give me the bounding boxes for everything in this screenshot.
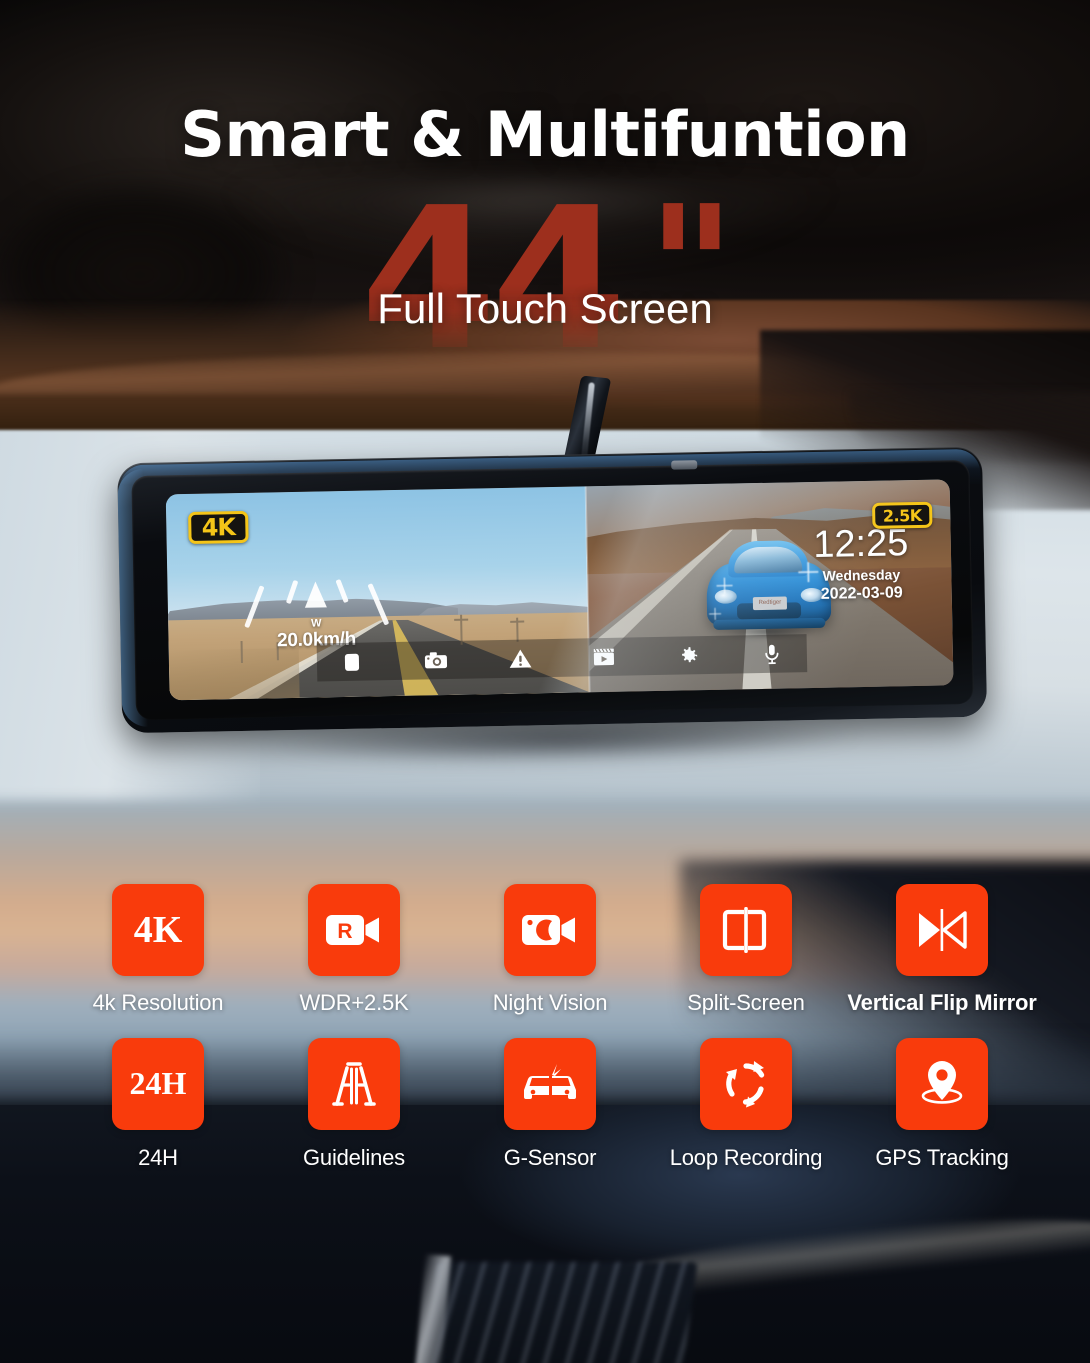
night-vision-moon-icon[interactable] — [504, 884, 596, 976]
clock-overlay: 12:25 Wednesday 2022-03-09 — [790, 522, 931, 605]
feature-split-screen[interactable]: Split-Screen — [648, 884, 844, 1016]
feature-vertical-flip-mirror[interactable]: Vertical Flip Mirror — [844, 884, 1040, 1016]
feature-4k-resolution[interactable]: 4K 4k Resolution — [60, 884, 256, 1016]
feature-label: Vertical Flip Mirror — [847, 990, 1037, 1015]
feature-grid: 4K 4k Resolution R WDR+2.5K Night Vision… — [60, 884, 1040, 1171]
stop-record-icon[interactable] — [339, 649, 365, 675]
hud-tick-left-inner — [285, 579, 299, 605]
resolution-badge-4k: 4K — [188, 510, 249, 544]
emergency-lock-icon[interactable] — [507, 645, 533, 671]
feature-24h-parking[interactable]: 24H 24H — [60, 1037, 256, 1171]
feed-utility-crossarm-2 — [510, 620, 525, 623]
parking-monitor-24h-icon[interactable]: 24H — [112, 1037, 204, 1130]
feature-label: Guidelines — [303, 1144, 405, 1170]
microphone-icon[interactable] — [759, 641, 785, 667]
playback-icon[interactable] — [591, 644, 617, 670]
feature-label: G-Sensor — [503, 1144, 597, 1170]
page-title: Smart & Multifuntion — [180, 98, 910, 171]
feature-label: 4k Resolution — [92, 990, 224, 1015]
split-screen-icon[interactable] — [700, 884, 792, 976]
svg-text:R: R — [337, 920, 352, 943]
guidelines-icon[interactable] — [308, 1037, 400, 1130]
vertical-flip-mirror-icon[interactable] — [896, 884, 988, 976]
feature-label: 24H — [138, 1144, 178, 1170]
clock-time: 12:25 — [812, 522, 909, 566]
feature-gps-tracking[interactable]: GPS Tracking — [844, 1037, 1040, 1171]
tile-text: 4K — [133, 909, 183, 951]
wdr-camcorder-r-icon[interactable]: R — [308, 884, 400, 976]
marketing-banner: 44 " Smart & Multifuntion Full Touch Scr… — [0, 0, 1090, 1363]
gps-tracking-pin-icon[interactable] — [896, 1037, 988, 1130]
feature-night-vision[interactable]: Night Vision — [452, 884, 648, 1016]
loop-recording-icon[interactable] — [700, 1037, 792, 1130]
tile-text: 24H — [129, 1065, 187, 1102]
resolution-4k-icon[interactable]: 4K — [112, 884, 204, 976]
compass-arrow-icon — [304, 581, 327, 608]
g-sensor-car-impact-icon[interactable] — [504, 1037, 596, 1130]
feature-label: Loop Recording — [669, 1144, 823, 1170]
mirror-power-button[interactable] — [671, 460, 698, 470]
dashcam-screen[interactable]: W 20.0km/h 4K Redtiger 12:25 Wednesday 2… — [165, 479, 954, 701]
feature-label: Night Vision — [492, 990, 608, 1015]
resolution-badge-25k: 2.5K — [872, 501, 933, 529]
hud-tick-right-inner — [335, 578, 349, 604]
clock-date: 2022-03-09 — [820, 584, 903, 604]
page-subtitle: Full Touch Screen — [377, 285, 713, 332]
mirror-body: W 20.0km/h 4K Redtiger 12:25 Wednesday 2… — [117, 446, 988, 734]
feature-g-sensor[interactable]: G-Sensor — [452, 1037, 648, 1171]
photo-camera-icon[interactable] — [423, 647, 449, 673]
feed-utility-crossarm-1 — [454, 618, 469, 621]
car-front-lip — [713, 617, 826, 630]
feature-label: GPS Tracking — [875, 1144, 1009, 1170]
feature-row-2: 24H 24H Guidelines G-Sensor Loop Recordi… — [60, 1037, 1040, 1171]
feature-guidelines[interactable]: Guidelines — [256, 1037, 452, 1171]
feature-wdr-2-5k[interactable]: R WDR+2.5K — [256, 884, 452, 1016]
feature-label: Split-Screen — [687, 990, 805, 1015]
air-vent — [422, 1262, 698, 1363]
feature-loop-recording[interactable]: Loop Recording — [648, 1037, 844, 1171]
feature-label: WDR+2.5K — [299, 990, 409, 1015]
rearview-mirror-dashcam: W 20.0km/h 4K Redtiger 12:25 Wednesday 2… — [117, 375, 988, 783]
settings-gear-icon[interactable] — [675, 642, 701, 668]
car-license-plate: Redtiger — [752, 596, 788, 611]
feature-row-1: 4K 4k Resolution R WDR+2.5K Night Vision… — [60, 884, 1040, 1016]
